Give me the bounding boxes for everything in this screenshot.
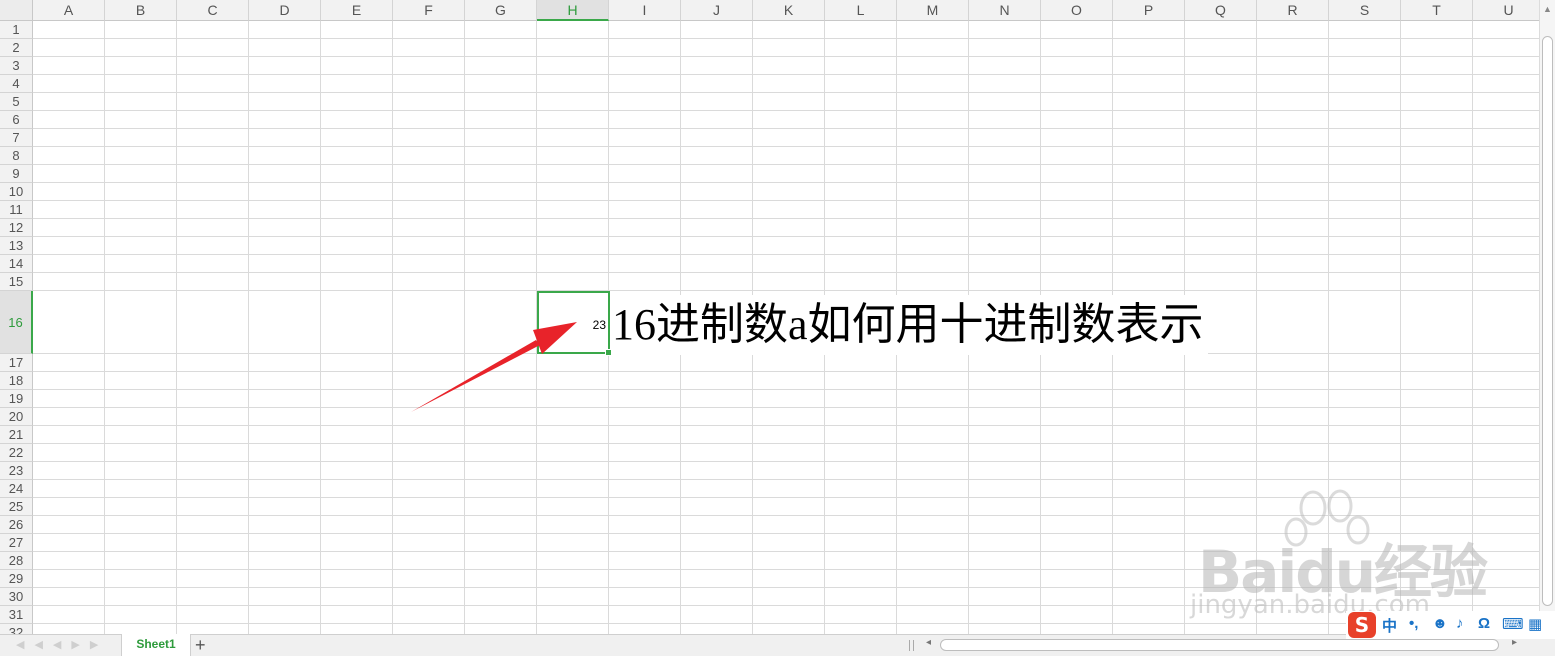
arrow-head (533, 322, 577, 354)
ime-mode-toggle[interactable]: 中 (1382, 615, 1397, 636)
split-handle-2[interactable] (913, 640, 914, 651)
sheet-tab-sheet1[interactable]: Sheet1 (121, 634, 191, 656)
grid-icon[interactable]: ▦ (1528, 615, 1542, 633)
sogou-logo-icon[interactable]: S (1348, 612, 1376, 638)
ime-punctuation-toggle[interactable]: •, (1409, 615, 1418, 632)
sheet-tab-bar: ◀◀◀▶▶ Sheet1 + ◂ ▸ (0, 634, 1555, 656)
arrow-shaft (411, 340, 540, 412)
add-sheet-button[interactable]: + (195, 635, 206, 655)
ime-toolbar: S 中 •, ☻ ♪ Ω ⌨ ▦ (1346, 611, 1555, 639)
sheet-nav-arrows-icon[interactable]: ◀◀◀▶▶ (16, 638, 108, 651)
emoji-icon[interactable]: ☻ (1432, 615, 1448, 632)
spreadsheet-grid[interactable]: ABCDEFGHIJKLMNOPQRSTU 1 2 3 4 5 6 7 8 9 10 11 12 13 1… (0, 0, 1539, 634)
vertical-scroll-thumb[interactable] (1542, 36, 1553, 606)
horizontal-scroll-thumb[interactable] (940, 639, 1499, 651)
keyboard-icon[interactable]: ⌨ (1502, 615, 1524, 633)
scroll-up-icon[interactable]: ▲ (1543, 4, 1552, 14)
vertical-scrollbar[interactable]: ▲ (1539, 0, 1555, 634)
split-handle[interactable] (909, 640, 910, 651)
scroll-left-icon[interactable]: ◂ (926, 637, 931, 648)
headset-icon[interactable]: Ω (1478, 615, 1490, 632)
microphone-icon[interactable]: ♪ (1456, 615, 1464, 632)
